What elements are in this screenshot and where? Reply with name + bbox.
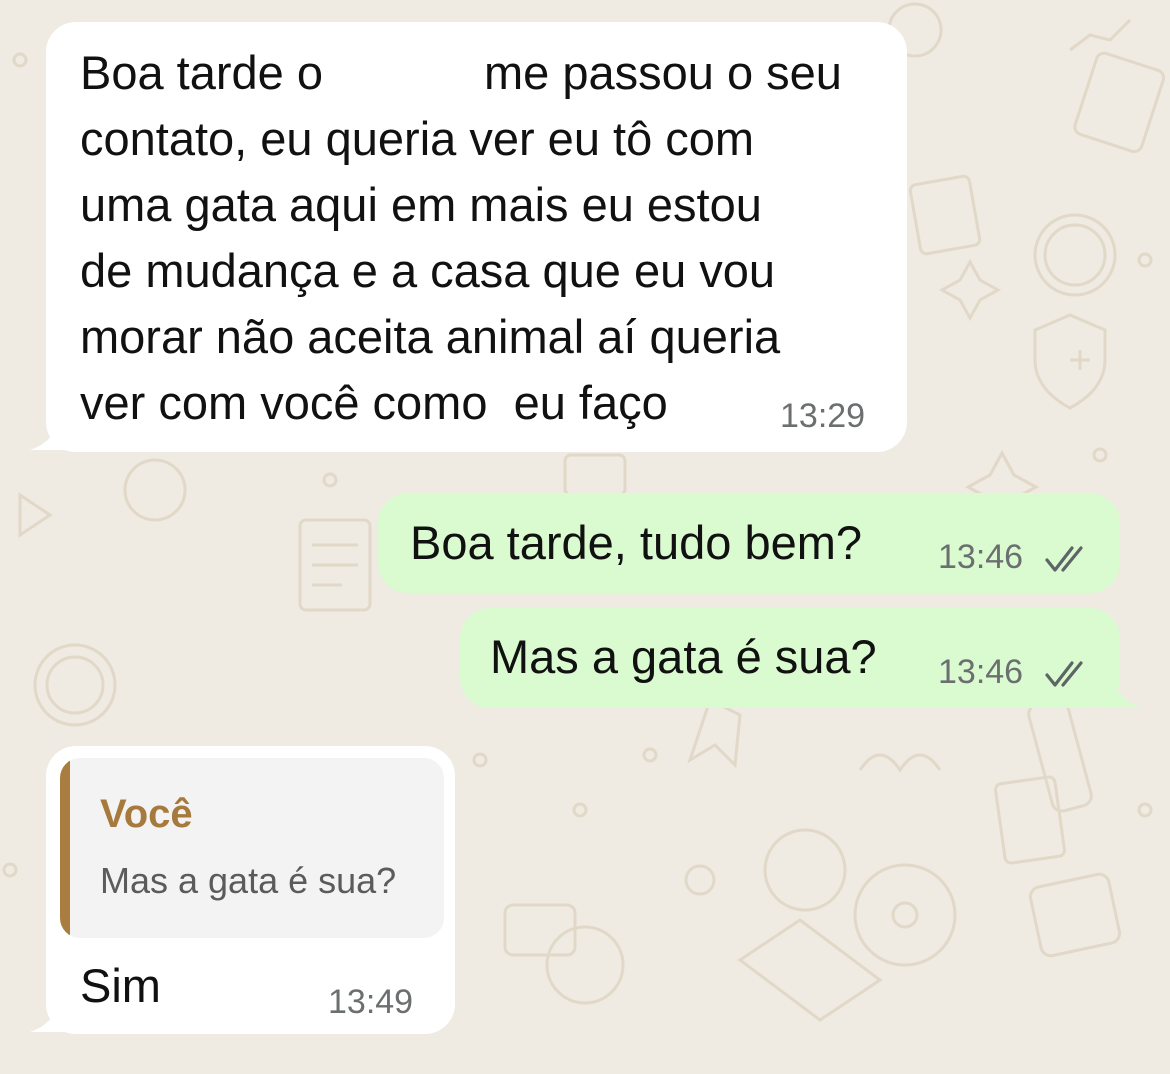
briefcase-doodle bbox=[503, 903, 577, 957]
message-text-line: me passou o seu bbox=[484, 46, 842, 99]
double-check-icon bbox=[1045, 546, 1083, 572]
play-doodle bbox=[18, 492, 53, 538]
lock-doodle bbox=[684, 864, 716, 896]
message-timestamp: 13:49 bbox=[328, 983, 414, 1021]
message-text: Mas a gata é sua? bbox=[490, 630, 877, 683]
wheel-doodle bbox=[853, 863, 957, 967]
keyboard-doodle bbox=[563, 453, 627, 497]
message-text-line: morar não aceita animal aí queria bbox=[80, 310, 781, 363]
message-text-line: Boa tarde o bbox=[80, 46, 324, 99]
message-timestamp: 13:46 bbox=[938, 538, 1024, 576]
calendar-doodle bbox=[1073, 51, 1166, 154]
tie-doodle bbox=[1027, 697, 1093, 813]
quote-accent-bar bbox=[60, 758, 70, 938]
double-check-icon bbox=[1045, 661, 1083, 687]
message-timestamp: 13:46 bbox=[938, 653, 1024, 691]
message-text-line: ver com você como eu faço bbox=[80, 376, 668, 429]
incoming-bubble-tail bbox=[30, 1002, 70, 1032]
quote-author: Você bbox=[100, 792, 193, 836]
message-text-line: de mudança e a casa que eu vou bbox=[80, 244, 776, 297]
outgoing-bubble-tail bbox=[1102, 678, 1142, 708]
globe-doodle bbox=[545, 925, 625, 1005]
message-text: Sim bbox=[80, 959, 161, 1012]
message-text-line: uma gata aqui em mais eu estou bbox=[80, 178, 762, 231]
face-doodle bbox=[123, 458, 187, 522]
message-text-line: contato, eu queria ver eu tô com bbox=[80, 112, 755, 165]
yen-coin-doodle bbox=[1033, 213, 1117, 297]
incoming-bubble-tail bbox=[30, 420, 70, 450]
receipt-doodle bbox=[908, 174, 982, 256]
id-card-doodle bbox=[1028, 872, 1122, 958]
message-timestamp: 13:29 bbox=[780, 397, 866, 435]
message-text: Boa tarde, tudo bem? bbox=[410, 516, 863, 569]
quoted-message[interactable]: Você Mas a gata é sua? bbox=[60, 758, 444, 938]
cursor-doodle bbox=[687, 697, 742, 769]
quote-text: Mas a gata é sua? bbox=[100, 860, 397, 901]
